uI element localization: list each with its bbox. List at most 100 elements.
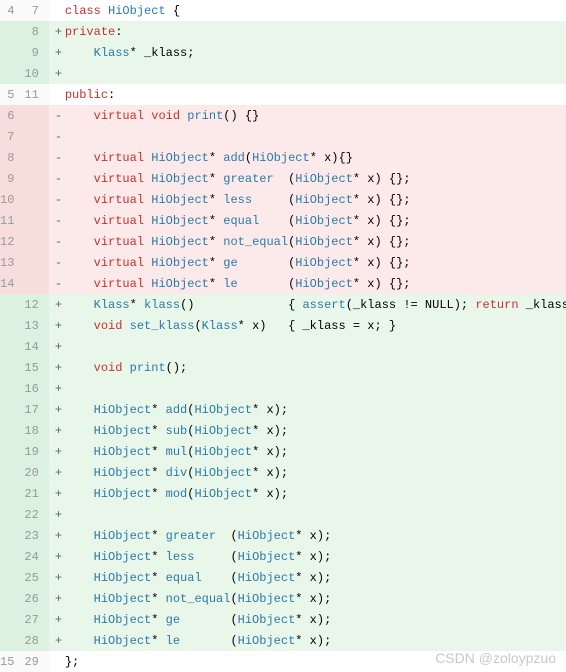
code-content[interactable]: +private: xyxy=(49,21,566,42)
line-number-new[interactable]: 12 xyxy=(24,294,48,315)
line-number-new[interactable]: 22 xyxy=(24,504,48,525)
line-number-new[interactable]: 8 xyxy=(24,21,48,42)
line-number-new[interactable]: 26 xyxy=(24,588,48,609)
code-content[interactable]: + HiObject* sub(HiObject* x); xyxy=(49,420,566,441)
line-number-old[interactable] xyxy=(0,336,24,357)
code-content[interactable]: + void print(); xyxy=(49,357,566,378)
line-number-old[interactable]: 13 xyxy=(0,252,24,273)
line-number-old[interactable] xyxy=(0,462,24,483)
diff-line: 12+ Klass* klass() { assert(_klass != NU… xyxy=(0,294,566,315)
line-number-new[interactable]: 29 xyxy=(24,651,48,672)
line-number-new[interactable]: 20 xyxy=(24,462,48,483)
line-number-old[interactable]: 9 xyxy=(0,168,24,189)
line-number-new[interactable]: 19 xyxy=(24,441,48,462)
line-number-old[interactable] xyxy=(0,504,24,525)
line-number-old[interactable] xyxy=(0,588,24,609)
code-content[interactable]: - virtual void print() {} xyxy=(49,105,566,126)
line-number-new[interactable]: 28 xyxy=(24,630,48,651)
line-number-new[interactable]: 16 xyxy=(24,378,48,399)
line-number-old[interactable] xyxy=(0,567,24,588)
line-number-new[interactable] xyxy=(24,189,48,210)
line-number-old[interactable]: 12 xyxy=(0,231,24,252)
line-number-new[interactable]: 10 xyxy=(24,63,48,84)
line-number-old[interactable]: 10 xyxy=(0,189,24,210)
line-number-old[interactable]: 6 xyxy=(0,105,24,126)
code-content[interactable]: + xyxy=(49,378,566,399)
line-number-new[interactable]: 17 xyxy=(24,399,48,420)
line-number-old[interactable] xyxy=(0,609,24,630)
line-number-new[interactable]: 7 xyxy=(24,0,48,21)
line-number-new[interactable]: 15 xyxy=(24,357,48,378)
code-content[interactable]: + HiObject* not_equal(HiObject* x); xyxy=(49,588,566,609)
code-content[interactable]: + xyxy=(49,63,566,84)
line-number-old[interactable] xyxy=(0,483,24,504)
line-number-old[interactable] xyxy=(0,441,24,462)
line-number-old[interactable] xyxy=(0,546,24,567)
code-content[interactable]: - virtual HiObject* le (HiObject* x) {}; xyxy=(49,273,566,294)
line-number-old[interactable]: 8 xyxy=(0,147,24,168)
code-content[interactable]: + HiObject* mul(HiObject* x); xyxy=(49,441,566,462)
code-content[interactable]: + xyxy=(49,336,566,357)
line-number-old[interactable] xyxy=(0,630,24,651)
line-number-new[interactable]: 11 xyxy=(24,84,48,105)
line-number-new[interactable]: 24 xyxy=(24,546,48,567)
line-number-old[interactable] xyxy=(0,525,24,546)
line-number-old[interactable] xyxy=(0,420,24,441)
line-number-new[interactable] xyxy=(24,231,48,252)
code-content[interactable]: - virtual HiObject* less (HiObject* x) {… xyxy=(49,189,566,210)
line-number-old[interactable] xyxy=(0,294,24,315)
code-content[interactable]: - virtual HiObject* not_equal(HiObject* … xyxy=(49,231,566,252)
line-number-new[interactable]: 21 xyxy=(24,483,48,504)
line-number-old[interactable]: 14 xyxy=(0,273,24,294)
line-number-old[interactable] xyxy=(0,378,24,399)
code-content[interactable]: - virtual HiObject* greater (HiObject* x… xyxy=(49,168,566,189)
code-content[interactable]: + HiObject* greater (HiObject* x); xyxy=(49,525,566,546)
code-content[interactable]: - virtual HiObject* add(HiObject* x){} xyxy=(49,147,566,168)
code-content[interactable]: - xyxy=(49,126,566,147)
line-number-old[interactable] xyxy=(0,357,24,378)
line-number-new[interactable] xyxy=(24,105,48,126)
line-number-old[interactable]: 4 xyxy=(0,0,24,21)
code-content[interactable]: - virtual HiObject* equal (HiObject* x) … xyxy=(49,210,566,231)
line-number-new[interactable]: 27 xyxy=(24,609,48,630)
diff-line: 6 - virtual void print() {} xyxy=(0,105,566,126)
line-number-new[interactable]: 18 xyxy=(24,420,48,441)
line-number-new[interactable] xyxy=(24,210,48,231)
line-number-old[interactable] xyxy=(0,42,24,63)
code-content[interactable]: class HiObject { xyxy=(49,0,566,21)
line-number-new[interactable]: 23 xyxy=(24,525,48,546)
line-number-new[interactable]: 13 xyxy=(24,315,48,336)
line-number-old[interactable]: 7 xyxy=(0,126,24,147)
line-number-new[interactable] xyxy=(24,147,48,168)
line-number-new[interactable] xyxy=(24,252,48,273)
code-content[interactable]: + HiObject* div(HiObject* x); xyxy=(49,462,566,483)
diff-line: 17+ HiObject* add(HiObject* x); xyxy=(0,399,566,420)
code-content[interactable]: + HiObject* ge (HiObject* x); xyxy=(49,609,566,630)
line-number-old[interactable] xyxy=(0,21,24,42)
code-content[interactable]: + HiObject* le (HiObject* x); xyxy=(49,630,566,651)
code-content[interactable]: - virtual HiObject* ge (HiObject* x) {}; xyxy=(49,252,566,273)
line-number-old[interactable] xyxy=(0,399,24,420)
line-number-new[interactable]: 9 xyxy=(24,42,48,63)
line-number-new[interactable]: 14 xyxy=(24,336,48,357)
code-content[interactable]: + xyxy=(49,504,566,525)
code-content[interactable]: + void set_klass(Klass* x) { _klass = x;… xyxy=(49,315,566,336)
code-content[interactable]: }; xyxy=(49,651,566,672)
code-content[interactable]: + HiObject* equal (HiObject* x); xyxy=(49,567,566,588)
line-number-new[interactable] xyxy=(24,126,48,147)
line-number-old[interactable]: 5 xyxy=(0,84,24,105)
code-content[interactable]: + HiObject* add(HiObject* x); xyxy=(49,399,566,420)
line-number-old[interactable]: 11 xyxy=(0,210,24,231)
code-content[interactable]: + Klass* klass() { assert(_klass != NULL… xyxy=(49,294,566,315)
code-content[interactable]: + HiObject* mod(HiObject* x); xyxy=(49,483,566,504)
code-content[interactable]: + HiObject* less (HiObject* x); xyxy=(49,546,566,567)
line-number-new[interactable] xyxy=(24,273,48,294)
code-content[interactable]: public: xyxy=(49,84,566,105)
diff-table: 47 class HiObject {8+private:9+ Klass* _… xyxy=(0,0,566,672)
line-number-new[interactable] xyxy=(24,168,48,189)
line-number-old[interactable] xyxy=(0,315,24,336)
line-number-old[interactable]: 15 xyxy=(0,651,24,672)
code-content[interactable]: + Klass* _klass; xyxy=(49,42,566,63)
line-number-old[interactable] xyxy=(0,63,24,84)
line-number-new[interactable]: 25 xyxy=(24,567,48,588)
